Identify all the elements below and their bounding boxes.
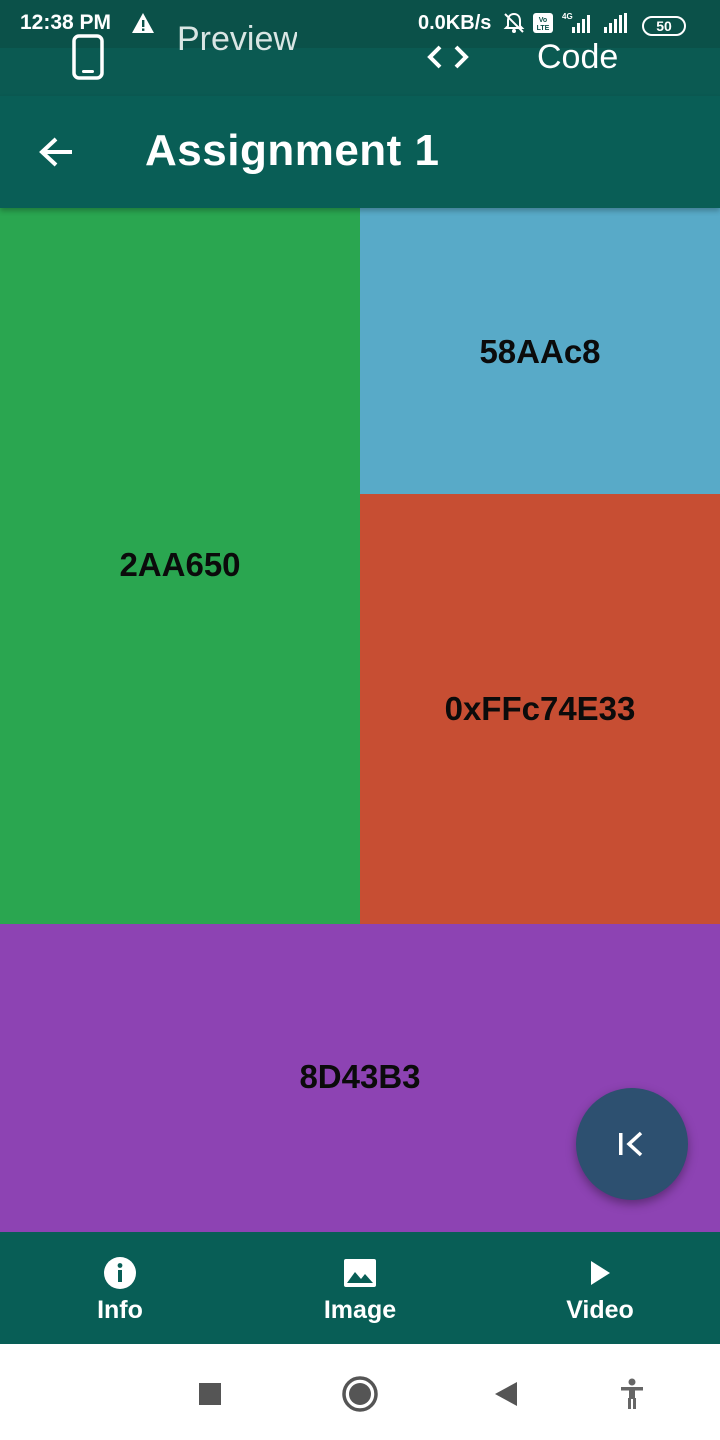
nav-label-info: Info — [97, 1296, 143, 1324]
tile-blue-label: 58AAc8 — [479, 333, 601, 370]
system-navigation-bar — [0, 1344, 720, 1440]
tile-red: 0xFFc74E33 — [360, 494, 720, 924]
accessibility-button[interactable] — [612, 1374, 652, 1414]
circle-icon — [342, 1376, 378, 1412]
phone-icon[interactable] — [72, 34, 104, 85]
battery-icon: 50 — [642, 15, 686, 36]
signal-4g-icon: 4G — [560, 11, 596, 40]
triangle-back-icon — [495, 1382, 517, 1406]
first-page-fab[interactable] — [576, 1088, 688, 1200]
svg-text:4G: 4G — [562, 12, 573, 21]
svg-text:LTE: LTE — [537, 25, 550, 32]
volte-icon: Vo LTE — [532, 12, 554, 39]
app-bar: Assignment 1 — [0, 96, 720, 208]
preview-code-tabs: Preview Code — [0, 20, 720, 96]
square-icon — [199, 1383, 221, 1405]
tile-green-label: 2AA650 — [119, 546, 241, 583]
mute-bell-icon — [502, 11, 526, 40]
nav-item-image[interactable]: Image — [240, 1232, 480, 1344]
warning-icon — [131, 12, 155, 39]
nav-item-video[interactable]: Video — [480, 1232, 720, 1344]
nav-label-video: Video — [566, 1296, 634, 1324]
page-title: Assignment 1 — [145, 126, 440, 175]
recents-button[interactable] — [190, 1374, 230, 1414]
code-icon[interactable] — [426, 42, 470, 77]
tile-purple-label: 8D43B3 — [299, 1058, 421, 1095]
back-button[interactable] — [32, 128, 80, 176]
tab-code[interactable]: Code — [537, 38, 618, 77]
tile-blue: 58AAc8 — [360, 208, 720, 494]
accessibility-icon — [621, 1378, 643, 1409]
status-time: 12:38 PM — [20, 11, 112, 34]
status-icons: Vo LTE 4G 50 — [502, 11, 686, 40]
info-icon — [102, 1256, 138, 1290]
bottom-navigation: Info Image Video — [0, 1232, 720, 1344]
nav-label-image: Image — [323, 1296, 397, 1324]
tile-green: 2AA650 — [0, 208, 360, 924]
signal-icon — [602, 11, 632, 40]
back-nav-button[interactable] — [486, 1374, 526, 1414]
image-icon — [342, 1256, 378, 1290]
home-button[interactable] — [340, 1374, 380, 1414]
nav-item-info[interactable]: Info — [0, 1232, 240, 1344]
first-page-icon — [619, 1131, 643, 1157]
arrow-left-icon — [39, 137, 72, 167]
network-speed: 0.0KB/s — [418, 12, 492, 34]
tile-red-label: 0xFFc74E33 — [444, 690, 636, 727]
svg-text:Vo: Vo — [539, 17, 547, 24]
play-icon — [582, 1256, 618, 1290]
